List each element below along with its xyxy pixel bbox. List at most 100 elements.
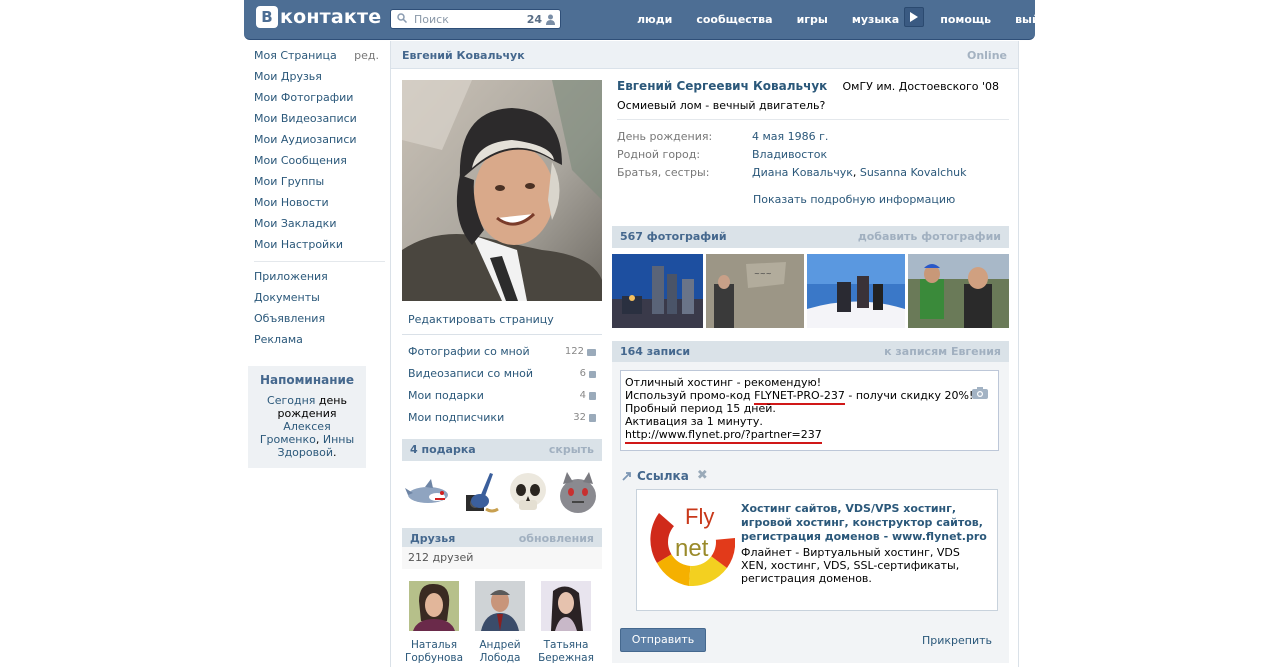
menu-item-messages[interactable]: Мои Сообщения: [248, 153, 385, 174]
counter-label[interactable]: Фотографии со мной: [408, 345, 530, 358]
menu-item-bookmarks[interactable]: Мои Закладки: [248, 216, 385, 237]
counter-label[interactable]: Мои подписчики: [408, 411, 504, 424]
nav-help[interactable]: помощь: [940, 13, 991, 26]
friend-avatar[interactable]: [475, 581, 525, 631]
counter-value: 4: [580, 385, 596, 407]
menu-item-photos[interactable]: Мои Фотографии: [248, 90, 385, 111]
gift-guitar-icon[interactable]: [458, 469, 500, 517]
friend-avatar[interactable]: [409, 581, 459, 631]
link-preview-title[interactable]: Хостинг сайтов, VDS/VPS хостинг, игровой…: [741, 502, 991, 544]
menu-item-label[interactable]: Объявления: [254, 312, 325, 325]
edit-page-label[interactable]: Редактировать страницу: [408, 313, 554, 326]
menu-item-news[interactable]: Мои Новости: [248, 195, 385, 216]
post-textarea[interactable]: Отличный хостинг - рекомендую! Используй…: [620, 370, 999, 451]
info-value[interactable]: Владивосток: [752, 148, 827, 161]
edit-page-link[interactable]: Редактировать страницу: [402, 309, 602, 331]
nav-logout[interactable]: выйти: [1015, 13, 1054, 26]
friend-card[interactable]: Татьяна Бережная: [536, 581, 596, 665]
play-icon[interactable]: [904, 7, 925, 27]
reminder-today-link[interactable]: Сегодня: [267, 394, 315, 407]
gift-shark-icon[interactable]: [405, 473, 451, 513]
nav-games[interactable]: игры: [797, 13, 828, 26]
counter-gifts[interactable]: Мои подарки 4: [402, 385, 602, 407]
wall-title[interactable]: 164 записи: [620, 345, 690, 358]
friend-first-name[interactable]: Андрей: [479, 639, 520, 651]
menu-item-my-page[interactable]: Моя Страница ред.: [248, 48, 385, 69]
menu-item-settings[interactable]: Мои Настройки: [248, 237, 385, 258]
photos-title[interactable]: 567 фотографий: [620, 230, 727, 243]
menu-item-label[interactable]: Мои Аудиозаписи: [254, 133, 357, 146]
menu-item-label[interactable]: Реклама: [254, 333, 303, 346]
counter-videos-with-me[interactable]: Видеозаписи со мной 6: [402, 363, 602, 385]
counter-label[interactable]: Видеозаписи со мной: [408, 367, 533, 380]
menu-item-label[interactable]: Мои Видеозаписи: [254, 112, 357, 125]
nav-communities[interactable]: сообщества: [696, 13, 772, 26]
menu-item-advertising[interactable]: Реклама: [248, 332, 385, 353]
photo-thumb[interactable]: [908, 254, 1009, 328]
profile-education[interactable]: ОмГУ им. Достоевского '08: [842, 80, 999, 93]
show-more-info-link[interactable]: Показать подробную информацию: [753, 193, 955, 206]
menu-item-label[interactable]: Мои Группы: [254, 175, 324, 188]
menu-item-documents[interactable]: Документы: [248, 290, 385, 311]
counter-subscribers[interactable]: Мои подписчики 32: [402, 407, 602, 429]
wall-all-posts-link[interactable]: к записям Евгения: [884, 341, 1001, 363]
sibling-sep: ,: [852, 166, 857, 179]
edit-link[interactable]: ред.: [354, 48, 379, 64]
counter-label[interactable]: Мои подарки: [408, 389, 484, 402]
profile-avatar[interactable]: [402, 80, 602, 301]
close-icon[interactable]: ✖: [697, 468, 708, 483]
menu-item-groups[interactable]: Мои Группы: [248, 174, 385, 195]
menu-item-label[interactable]: Мои Настройки: [254, 238, 343, 251]
info-value: Диана Ковальчук, Susanna Kovalchuk: [752, 166, 967, 179]
gift-cat-icon[interactable]: [557, 470, 599, 516]
reminder-sep: ,: [315, 433, 323, 446]
camera-icon[interactable]: [972, 387, 988, 399]
photo-thumb[interactable]: [807, 254, 905, 328]
menu-item-friends[interactable]: Мои Друзья: [248, 69, 385, 90]
send-button[interactable]: Отправить: [620, 628, 706, 652]
friend-card[interactable]: Андрей Лобода: [470, 581, 530, 665]
friend-last-name[interactable]: Лобода: [480, 652, 521, 664]
search-input[interactable]: Поиск: [414, 13, 449, 26]
friend-last-name[interactable]: Горбунова: [405, 652, 463, 664]
menu-item-label[interactable]: Документы: [254, 291, 320, 304]
menu-item-label[interactable]: Моя Страница: [254, 49, 337, 62]
nav-music[interactable]: музыка: [852, 13, 899, 26]
menu-item-videos[interactable]: Мои Видеозаписи: [248, 111, 385, 132]
attach-link[interactable]: Прикрепить: [922, 634, 992, 647]
menu-item-label[interactable]: Мои Новости: [254, 196, 329, 209]
photo-thumb[interactable]: [612, 254, 703, 328]
link-preview[interactable]: Fly net Хостинг сайтов, VDS/VPS хостинг,…: [636, 489, 998, 611]
gifts-hide-link[interactable]: скрыть: [549, 439, 594, 461]
menu-item-audios[interactable]: Мои Аудиозаписи: [248, 132, 385, 153]
menu-item-ads[interactable]: Объявления: [248, 311, 385, 332]
add-photos-link[interactable]: добавить фотографии: [858, 226, 1001, 248]
profile-full-name: Евгений Сергеевич Ковальчук: [617, 79, 828, 93]
search-box[interactable]: Поиск 24: [390, 9, 561, 29]
info-value[interactable]: 4 мая 1986 г.: [752, 130, 828, 143]
photo-thumb[interactable]: ~~~: [706, 254, 804, 328]
friend-first-name[interactable]: Наталья: [411, 639, 457, 651]
gifts-title[interactable]: 4 подарка: [410, 443, 476, 456]
vk-logo[interactable]: В контакте: [256, 6, 381, 28]
menu-item-label[interactable]: Мои Фотографии: [254, 91, 353, 104]
friend-last-name[interactable]: Бережная: [538, 652, 594, 664]
menu-item-label[interactable]: Приложения: [254, 270, 328, 283]
menu-item-label[interactable]: Мои Закладки: [254, 217, 336, 230]
friend-card[interactable]: Наталья Горбунова: [404, 581, 464, 665]
friends-title[interactable]: Друзья: [410, 532, 455, 545]
gift-skull-icon[interactable]: [506, 470, 550, 516]
friend-first-name[interactable]: Татьяна: [544, 639, 589, 651]
sibling-link[interactable]: Диана Ковальчук: [752, 166, 853, 179]
counter-photos-with-me[interactable]: Фотографии со мной 122: [402, 341, 602, 363]
reminder-word: день: [318, 394, 347, 407]
counter-number: 4: [579, 390, 586, 401]
link-attachment-header: Ссылка ✖: [622, 468, 708, 483]
profile-status[interactable]: Осмиевый лом - вечный двигатель?: [617, 99, 825, 112]
sibling-link[interactable]: Susanna Kovalchuk: [860, 166, 967, 179]
menu-item-label[interactable]: Мои Друзья: [254, 70, 322, 83]
menu-item-apps[interactable]: Приложения: [248, 269, 385, 290]
friend-avatar[interactable]: [541, 581, 591, 631]
nav-people[interactable]: люди: [637, 13, 672, 26]
menu-item-label[interactable]: Мои Сообщения: [254, 154, 347, 167]
